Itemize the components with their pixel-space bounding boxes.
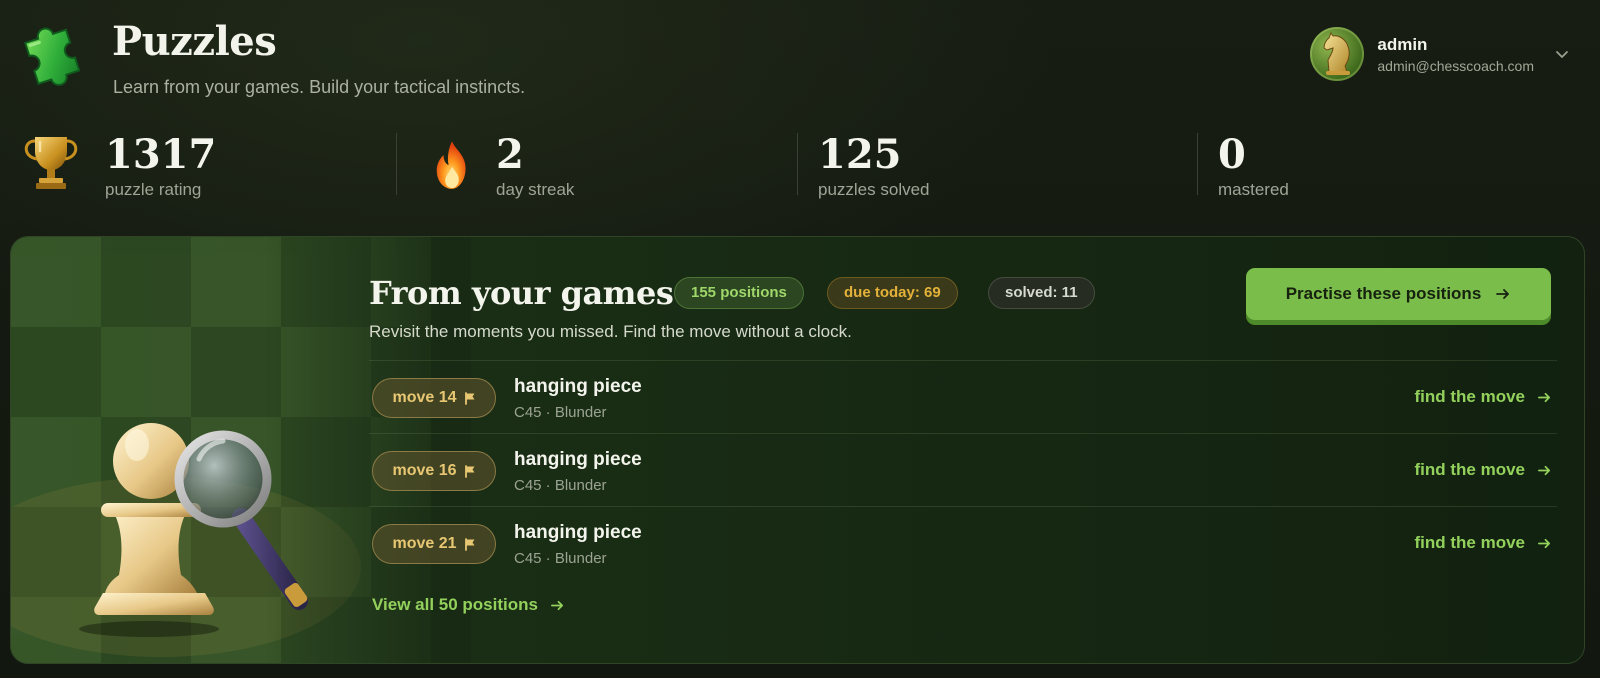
stat-divider — [797, 133, 798, 195]
move-badge: move 14 — [372, 378, 496, 418]
stat-divider — [396, 133, 397, 195]
page-header: Puzzles Learn from your games. Build you… — [0, 0, 1600, 115]
find-the-move-label: find the move — [1414, 460, 1525, 479]
flag-icon — [464, 537, 475, 551]
arrow-right-icon — [1538, 465, 1551, 475]
find-the-move-link[interactable]: find the move — [1414, 533, 1552, 553]
move-number: move 14 — [392, 389, 457, 406]
position-title: hanging piece — [514, 522, 642, 543]
find-the-move-link[interactable]: find the move — [1414, 460, 1552, 480]
position-row[interactable]: move 21 hanging piece C45 · Blunder find… — [369, 506, 1557, 579]
due-today-badge: due today: 69 — [827, 277, 958, 309]
stat-value: 0 — [1218, 131, 1246, 178]
arrow-right-icon — [1496, 289, 1510, 299]
view-all-positions-link[interactable]: View all 50 positions — [372, 595, 565, 615]
fire-icon — [436, 141, 466, 189]
user-menu[interactable]: admin admin@chesscoach.com — [1310, 26, 1570, 82]
stat-day-streak: 2 day streak — [418, 125, 778, 205]
position-meta: C45 · Blunder — [514, 477, 607, 494]
find-the-move-label: find the move — [1414, 533, 1525, 552]
positions-count-badge: 155 positions — [674, 277, 804, 309]
from-your-games-card: From your games 155 positions due today:… — [10, 236, 1585, 664]
position-meta: C45 · Blunder — [514, 404, 607, 421]
knight-avatar-icon — [1310, 27, 1365, 81]
find-the-move-label: find the move — [1414, 387, 1525, 406]
flag-icon — [464, 464, 475, 478]
page-subtitle: Learn from your games. Build your tactic… — [113, 77, 526, 97]
stat-puzzle-rating: 1317 puzzle rating — [18, 125, 378, 205]
puzzle-piece-icon — [23, 27, 81, 86]
arrow-right-icon — [551, 600, 563, 610]
stats-bar: 1317 puzzle rating 2 day streak 125 puzz… — [0, 125, 1600, 205]
practise-button-label: Practise these positions — [1285, 284, 1482, 303]
stat-puzzles-solved: 125 puzzles solved — [818, 125, 1178, 205]
position-row[interactable]: move 16 hanging piece C45 · Blunder find… — [369, 433, 1557, 506]
stat-label: mastered — [1218, 180, 1289, 199]
stat-value: 125 — [818, 131, 902, 178]
pawn-magnifier-illustration — [79, 423, 308, 637]
move-number: move 16 — [392, 462, 457, 479]
user-info: admin admin@chesscoach.com — [1377, 35, 1534, 74]
view-all-label: View all 50 positions — [372, 595, 538, 614]
position-list: move 14 hanging piece C45 · Blunder find… — [369, 360, 1557, 579]
page-title: Puzzles — [112, 18, 277, 65]
flag-icon — [464, 391, 475, 405]
stat-label: puzzles solved — [818, 180, 930, 199]
card-title: From your games — [369, 274, 674, 312]
chevron-down-icon[interactable] — [1554, 46, 1570, 62]
puzzles-page: Puzzles Learn from your games. Build you… — [0, 0, 1600, 678]
stat-label: day streak — [496, 180, 575, 199]
stat-divider — [1197, 133, 1198, 195]
trophy-icon — [24, 137, 78, 189]
stat-label: puzzle rating — [105, 180, 202, 199]
position-title: hanging piece — [514, 376, 642, 397]
move-badge: move 16 — [372, 451, 496, 491]
arrow-right-icon — [1538, 392, 1551, 402]
move-badge: move 21 — [372, 524, 496, 564]
move-number: move 21 — [392, 535, 457, 552]
find-the-move-link[interactable]: find the move — [1414, 387, 1552, 407]
solved-count-badge: solved: 11 — [988, 277, 1095, 309]
stat-value: 1317 — [105, 131, 217, 178]
stat-mastered: 0 mastered — [1218, 125, 1578, 205]
position-title: hanging piece — [514, 449, 642, 470]
card-subtitle: Revisit the moments you missed. Find the… — [369, 322, 852, 341]
position-meta: C45 · Blunder — [514, 550, 607, 567]
arrow-right-icon — [1538, 538, 1551, 548]
user-email: admin@chesscoach.com — [1377, 57, 1534, 74]
practise-positions-button[interactable]: Practise these positions — [1246, 268, 1551, 320]
stat-value: 2 — [496, 131, 524, 178]
position-row[interactable]: move 14 hanging piece C45 · Blunder find… — [369, 360, 1557, 433]
user-name: admin — [1377, 34, 1428, 54]
